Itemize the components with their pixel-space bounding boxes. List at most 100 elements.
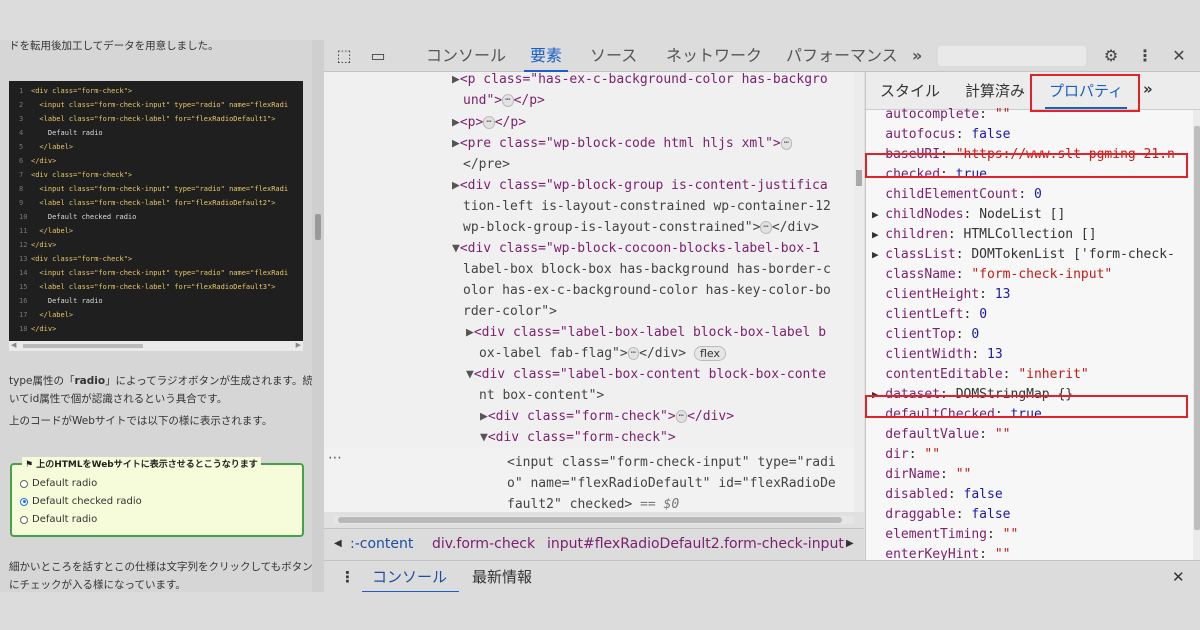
ellipsis-icon[interactable]: ⋯ xyxy=(627,347,640,360)
tab-styles[interactable]: スタイル xyxy=(880,80,940,101)
node-div-label[interactable]: ▶<div class="label-box-label block-box-l… xyxy=(466,322,826,343)
property-row[interactable]: defaultValue: "" xyxy=(872,425,1010,445)
property-row[interactable]: className: "form-check-input" xyxy=(872,265,1112,285)
close-drawer-icon[interactable]: ✕ xyxy=(1172,561,1185,592)
ellipsis-icon[interactable]: ⋯ xyxy=(483,116,495,129)
crumb-input[interactable]: input#flexRadioDefault2.form-check-input xyxy=(547,529,844,559)
expand-right-icon[interactable]: ▶ xyxy=(466,325,474,340)
scroll-right-icon[interactable]: ▶ xyxy=(296,341,301,349)
elements-vscroll-thumb[interactable] xyxy=(856,170,862,186)
crumb-content[interactable]: :-content xyxy=(350,529,413,559)
ellipsis-icon[interactable]: ⋯ xyxy=(502,94,514,107)
code-scrollbar[interactable]: ◀ ▶ xyxy=(9,341,303,351)
code-line: 17 </label> xyxy=(9,308,73,322)
demo-radio-3[interactable]: Default radio xyxy=(20,514,97,525)
expand-down-icon[interactable]: ▼ xyxy=(480,430,488,445)
property-row[interactable]: dir: "" xyxy=(872,445,940,465)
code-text: <input class="form-check-input" type="ra… xyxy=(31,185,289,193)
more-sidebar-tabs-icon[interactable]: » xyxy=(1143,80,1153,98)
drawer-tab-console[interactable]: コンソール xyxy=(361,561,460,592)
inspect-element-icon[interactable]: ⬚ xyxy=(334,46,354,66)
node-pre[interactable]: ▶<pre class="wp-block-code html hljs xml… xyxy=(452,133,793,154)
property-row[interactable]: childElementCount: 0 xyxy=(872,185,1042,205)
node-div-labelbox[interactable]: ▼<div class="wp-block-cocoon-blocks-labe… xyxy=(452,238,820,259)
elements-hscroll-thumb[interactable] xyxy=(338,517,842,523)
radio-checked-icon[interactable] xyxy=(20,497,28,506)
code-scroll-thumb[interactable] xyxy=(23,344,143,348)
tab-performance[interactable]: パフォーマンス xyxy=(786,40,898,72)
expand-right-icon[interactable]: ▶ xyxy=(872,228,885,241)
node-actions-icon[interactable]: ⋯ xyxy=(328,450,342,466)
property-row[interactable]: draggable: false xyxy=(872,505,1010,525)
property-row[interactable]: autocomplete: "" xyxy=(872,105,1010,125)
tab-console[interactable]: コンソール xyxy=(426,40,506,72)
elements-hscrollbar[interactable] xyxy=(334,516,854,524)
property-row[interactable]: dirName: "" xyxy=(872,465,971,485)
selected-node[interactable]: <input class="form-check-input" type="ra… xyxy=(324,448,858,512)
demo-radio-2[interactable]: Default checked radio xyxy=(20,496,142,507)
property-row[interactable]: clientHeight: 13 xyxy=(872,285,1010,305)
expand-down-icon[interactable]: ▼ xyxy=(452,241,460,256)
properties-scroll-thumb[interactable] xyxy=(1194,126,1200,530)
property-row[interactable]: disabled: false xyxy=(872,485,1002,505)
crumb-form-check[interactable]: div.form-check xyxy=(432,529,535,559)
close-devtools-icon[interactable]: ✕ xyxy=(1169,46,1189,66)
ellipsis-icon[interactable]: ⋯ xyxy=(760,221,772,234)
node-div-content[interactable]: ▼<div class="label-box-content block-box… xyxy=(466,364,826,385)
node-form-check-1[interactable]: ▶<div class="form-check"> ⋯ </div> xyxy=(480,406,734,427)
devtools-search-field[interactable] xyxy=(938,46,1086,66)
node-p-1[interactable]: ▶<p class="has-ex-c-background-color has… xyxy=(452,72,828,90)
elements-vscrollbar[interactable] xyxy=(854,72,864,512)
ellipsis-icon[interactable]: ⋯ xyxy=(675,410,688,423)
drawer-menu-icon[interactable]: ⋮ xyxy=(340,561,355,592)
node-p-2[interactable]: ▶<p> ⋯ </p> xyxy=(452,112,526,133)
property-colon: : xyxy=(979,547,995,560)
property-row[interactable]: autofocus: false xyxy=(872,125,1010,145)
tab-elements[interactable]: 要素 xyxy=(523,40,569,72)
more-options-icon[interactable]: ⋮ xyxy=(1135,46,1155,66)
expand-right-icon[interactable]: ▶ xyxy=(480,409,488,424)
device-toolbar-icon[interactable]: ▭ xyxy=(368,46,388,66)
crumb-right-arrow-icon[interactable]: ▶ xyxy=(846,529,854,559)
expand-right-icon[interactable]: ▶ xyxy=(452,178,460,193)
property-row[interactable]: clientTop: 0 xyxy=(872,325,979,345)
ellipsis-icon[interactable]: ⋯ xyxy=(780,137,793,150)
settings-gear-icon[interactable]: ⚙ xyxy=(1101,46,1121,66)
expand-right-icon[interactable]: ▶ xyxy=(452,136,460,151)
expand-right-icon[interactable]: ▶ xyxy=(452,72,460,87)
node-form-check-2[interactable]: ▼<div class="form-check"> xyxy=(480,427,676,448)
property-row[interactable]: contentEditable: "inherit" xyxy=(872,365,1089,385)
tab-computed[interactable]: 計算済み xyxy=(965,80,1025,101)
code-line: 14 <input class="form-check-input" type=… xyxy=(9,266,288,280)
radio-icon[interactable] xyxy=(20,515,28,524)
property-row[interactable]: enterKeyHint: "" xyxy=(872,545,1010,560)
tab-sources[interactable]: ソース xyxy=(590,40,637,72)
node-p-1-cont[interactable]: und"> ⋯ </p> xyxy=(463,90,545,111)
more-tabs-icon[interactable]: » xyxy=(912,40,922,72)
property-row[interactable]: ▶ childNodes: NodeList [] xyxy=(872,205,1065,225)
crumb-left-arrow-icon[interactable]: ◀ xyxy=(334,529,342,559)
property-row[interactable]: clientLeft: 0 xyxy=(872,305,987,325)
flex-badge[interactable]: flex xyxy=(693,346,726,361)
page-scroll-thumb[interactable] xyxy=(315,214,321,240)
node-div-group[interactable]: ▶<div class="wp-block-group is-content-j… xyxy=(452,175,828,196)
scroll-left-icon[interactable]: ◀ xyxy=(11,341,16,349)
expand-down-icon[interactable]: ▼ xyxy=(466,367,474,382)
property-row[interactable]: ▶ children: HTMLCollection [] xyxy=(872,225,1097,245)
property-row[interactable]: elementTiming: "" xyxy=(872,525,1018,545)
node-div-labelbox-cont1: label-box block-box has-background has-b… xyxy=(463,262,831,277)
properties-scrollbar[interactable] xyxy=(1193,110,1200,560)
node-div-group-cont2: wp-block-group-is-layout-constrained"> ⋯ <… xyxy=(463,220,819,235)
property-row[interactable]: clientWidth: 13 xyxy=(872,345,1002,365)
expand-right-icon[interactable]: ▶ xyxy=(872,248,885,261)
drawer-tab-whats-new[interactable]: 最新情報 xyxy=(472,561,532,592)
property-value: 0 xyxy=(971,327,980,342)
demo-radio-1[interactable]: Default radio xyxy=(20,478,97,489)
property-row[interactable]: ▶ classList: DOMTokenList ['form-check- xyxy=(872,245,1175,265)
page-scrollbar[interactable] xyxy=(312,40,324,592)
tab-network[interactable]: ネットワーク xyxy=(666,40,762,72)
radio-icon[interactable] xyxy=(20,479,28,488)
expand-right-icon[interactable]: ▶ xyxy=(452,115,460,130)
expand-right-icon[interactable]: ▶ xyxy=(872,208,885,221)
